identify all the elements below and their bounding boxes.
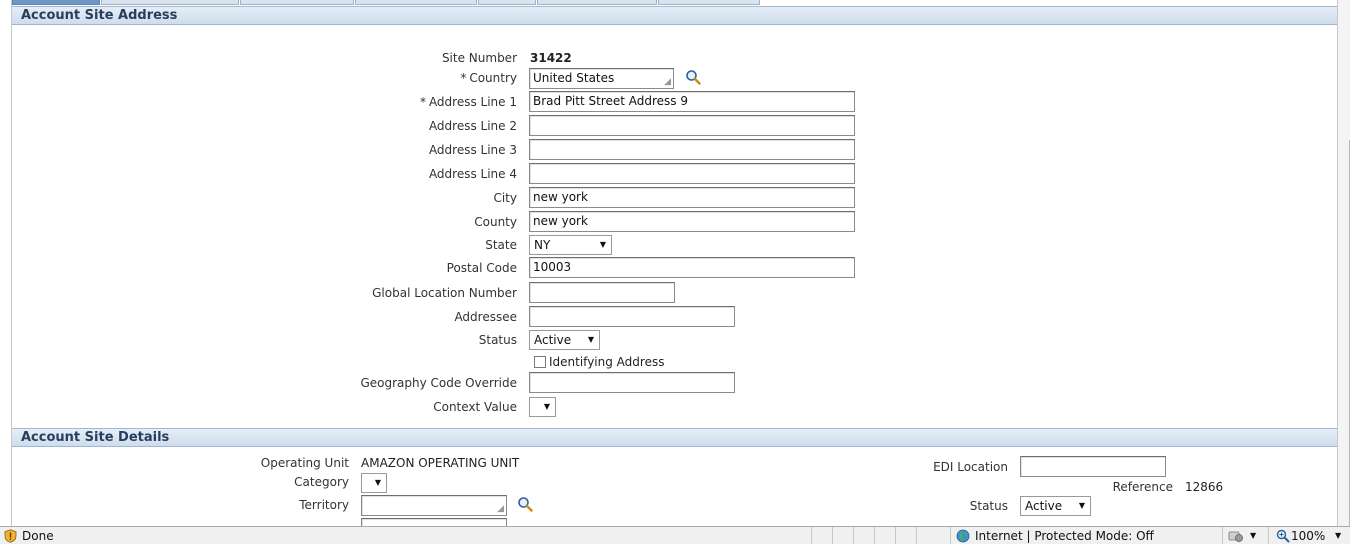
tab-3[interactable]: [240, 0, 354, 5]
country-label: * Country: [460, 71, 517, 85]
details-status-select[interactable]: Active ▼: [1020, 496, 1091, 516]
category-label: Category: [294, 475, 349, 489]
state-select[interactable]: NY ▼: [529, 235, 612, 255]
reference-label: Reference: [1112, 480, 1173, 494]
county-input[interactable]: new york: [529, 211, 855, 232]
country-value: United States: [533, 71, 615, 85]
address-line1-input[interactable]: Brad Pitt Street Address 9: [529, 91, 855, 112]
tab-6[interactable]: [537, 0, 657, 5]
operating-unit-value: AMAZON OPERATING UNIT: [361, 456, 520, 470]
address-line4-input[interactable]: [529, 163, 855, 184]
chevron-down-icon: ▼: [374, 478, 381, 487]
tab-7[interactable]: [658, 0, 760, 5]
operating-unit-label: Operating Unit: [260, 456, 349, 470]
status-select[interactable]: Active ▼: [529, 330, 600, 350]
details-status-label: Status: [969, 499, 1008, 513]
tab-5[interactable]: [478, 0, 536, 5]
status-divider: [874, 527, 875, 544]
global-location-number-label: Global Location Number: [372, 286, 517, 300]
addressee-input[interactable]: [529, 306, 735, 327]
resize-grip-icon: ◢: [664, 77, 671, 87]
city-label: City: [493, 191, 517, 205]
details-section-header: Account Site Details: [12, 428, 1337, 447]
status-label: Status: [478, 333, 517, 347]
country-field[interactable]: United States ◢: [529, 68, 674, 89]
required-indicator: *: [460, 71, 467, 85]
zoom-icon[interactable]: [1276, 529, 1290, 543]
county-label: County: [474, 215, 517, 229]
status-divider: [895, 527, 896, 544]
identifying-address-checkbox[interactable]: [534, 356, 546, 368]
zoom-level-text[interactable]: 100%: [1291, 527, 1325, 544]
tab-strip: [12, 0, 762, 5]
status-divider: [1268, 527, 1269, 544]
status-divider: [916, 527, 917, 544]
address-line4-label: Address Line 4: [428, 167, 517, 181]
territory-label: Territory: [299, 498, 349, 512]
left-frame-border: [0, 0, 12, 526]
chevron-down-icon: ▼: [587, 335, 594, 344]
chevron-down-icon[interactable]: ▼: [1335, 527, 1341, 544]
geography-code-override-label: Geography Code Override: [360, 376, 517, 390]
tab-active[interactable]: [12, 0, 100, 5]
address-line1-label-text: Address Line 1: [428, 95, 517, 109]
category-select[interactable]: ▼: [361, 473, 387, 493]
global-location-number-input[interactable]: [529, 282, 675, 303]
status-divider: [1222, 527, 1223, 544]
status-done-text: Done: [22, 529, 54, 543]
address-line3-input[interactable]: [529, 139, 855, 160]
chevron-down-icon: ▼: [543, 402, 550, 411]
next-field-partial[interactable]: [361, 518, 507, 526]
chevron-down-icon: ▼: [599, 240, 606, 249]
shield-warning-icon: [4, 529, 17, 543]
vertical-scrollbar[interactable]: [1337, 0, 1350, 526]
globe-icon: [956, 529, 970, 543]
identifying-address-label: Identifying Address: [549, 355, 665, 369]
status-divider: [853, 527, 854, 544]
tab-2[interactable]: [101, 0, 239, 5]
address-line3-label: Address Line 3: [428, 143, 517, 157]
territory-field[interactable]: ◢: [361, 495, 507, 516]
state-value: NY: [534, 238, 551, 252]
city-input[interactable]: new york: [529, 187, 855, 208]
tab-4[interactable]: [355, 0, 477, 5]
chevron-down-icon: ▼: [1078, 501, 1085, 510]
reference-value: 12866: [1185, 480, 1224, 494]
status-divider: [811, 527, 812, 544]
postal-code-input[interactable]: 10003: [529, 257, 855, 278]
status-divider: [832, 527, 833, 544]
edi-location-input[interactable]: [1020, 456, 1166, 477]
chevron-down-icon[interactable]: ▼: [1250, 527, 1256, 544]
status-divider: [950, 527, 951, 544]
status-value: Active: [534, 333, 572, 347]
country-search-icon[interactable]: [685, 69, 701, 85]
protected-mode-icon[interactable]: [1228, 529, 1244, 543]
context-value-label: Context Value: [433, 400, 517, 414]
details-section-title: Account Site Details: [21, 430, 170, 445]
territory-search-icon[interactable]: [517, 496, 533, 512]
address-section-header: Account Site Address: [12, 6, 1337, 25]
resize-grip-icon: ◢: [497, 504, 504, 514]
address-line2-label: Address Line 2: [428, 119, 517, 133]
state-label: State: [485, 238, 517, 252]
required-indicator: *: [419, 95, 426, 109]
edi-location-label: EDI Location: [933, 460, 1008, 474]
address-section-title: Account Site Address: [21, 8, 178, 23]
address-line2-input[interactable]: [529, 115, 855, 136]
addressee-label: Addressee: [454, 310, 517, 324]
context-value-select[interactable]: ▼: [529, 397, 556, 417]
geography-code-override-input[interactable]: [529, 372, 735, 393]
postal-code-label: Postal Code: [446, 261, 517, 275]
site-number-value: 31422: [530, 51, 572, 65]
address-line1-label: * Address Line 1: [420, 95, 517, 109]
browser-status-bar: Done Internet | Protected Mode: Off ▼ 10…: [0, 526, 1350, 544]
details-status-value: Active: [1025, 499, 1063, 513]
security-zone-text: Internet | Protected Mode: Off: [975, 529, 1154, 543]
country-label-text: Country: [469, 71, 517, 85]
site-number-label: Site Number: [441, 51, 517, 65]
